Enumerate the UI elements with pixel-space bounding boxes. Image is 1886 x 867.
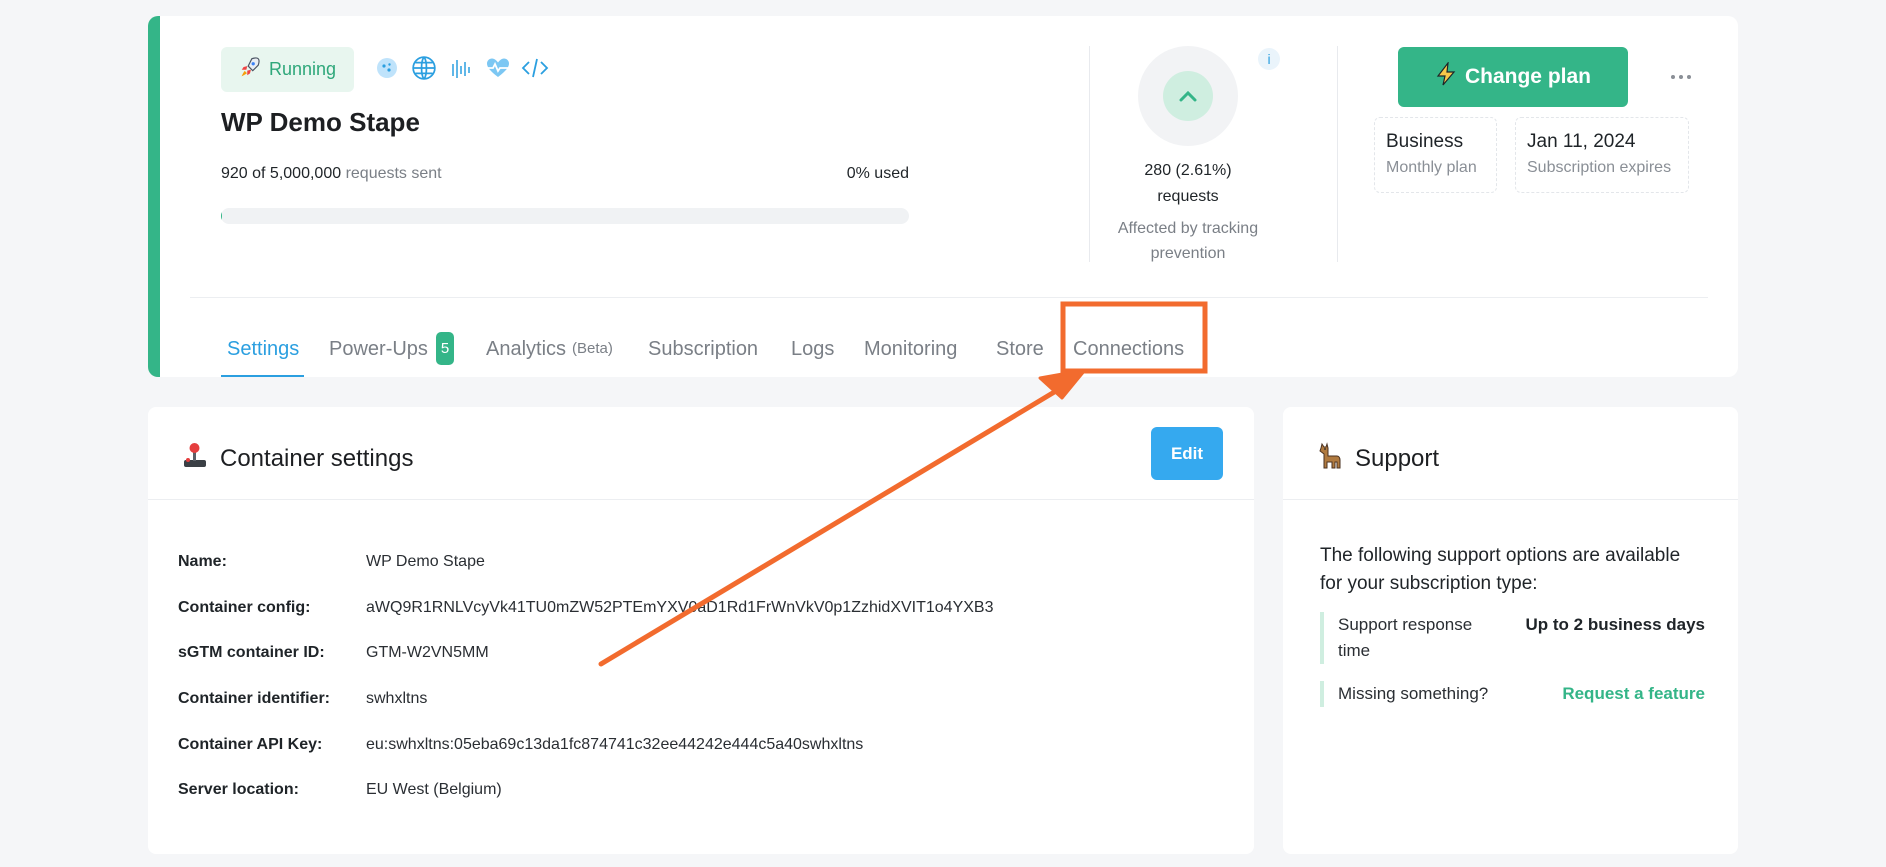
container-overview-card: Running WP Demo Stape 920 of 5,000,000 r… [148, 16, 1738, 377]
support-option-row: Missing something? Request a feature [1320, 681, 1705, 707]
status-accent-bar [148, 16, 160, 377]
tracking-prevention-widget: 280 (2.61%) requests Affected by trackin… [1088, 46, 1288, 266]
settings-row-label: Container identifier: [178, 690, 331, 708]
change-plan-label: Change plan [1464, 65, 1591, 88]
cookie-icon[interactable] [373, 54, 401, 82]
settings-row-label: Container API Key: [178, 735, 323, 753]
settings-row-label: Container config: [178, 598, 311, 616]
settings-row-label: Name: [178, 553, 227, 570]
support-response-label: Support response time [1338, 615, 1473, 660]
settings-row-value[interactable]: EU West (Belgium) [366, 781, 502, 799]
expiry-label: Subscription expires [1527, 159, 1672, 176]
plan-period: Monthly plan [1386, 159, 1477, 176]
support-intro: The following support options are availa… [1320, 545, 1681, 594]
tab-logs[interactable]: Logs [791, 321, 834, 377]
requests-sent-label: requests sent [345, 165, 442, 182]
settings-row-label: Server location: [178, 781, 299, 799]
rocket-icon [239, 56, 261, 83]
tracking-description-cont: prevention [1150, 245, 1226, 262]
signal-bars-icon[interactable] [447, 54, 475, 82]
tab-label: Settings [227, 338, 300, 360]
tab-label: Monitoring [864, 338, 958, 360]
tracking-description: Affected by tracking [1117, 220, 1259, 237]
request-feature-link[interactable]: Request a feature [1562, 681, 1705, 707]
support-card: Support The following support options ar… [1283, 407, 1738, 854]
tool-icons [373, 54, 549, 82]
expiry-date: Jan 11, 2024 [1527, 131, 1636, 152]
tracking-unit: requests [1157, 188, 1219, 205]
lightning-icon [1435, 60, 1457, 92]
settings-row-label: sGTM container ID: [178, 644, 325, 662]
usage-percent: 0% used [846, 165, 909, 182]
chevron-up-icon [1163, 71, 1213, 121]
support-option-row: Support response time Up to 2 business d… [1320, 612, 1705, 664]
beta-tag: (Beta) [572, 340, 613, 357]
change-plan-button[interactable]: Change plan [1398, 47, 1628, 107]
card-header: Support [1283, 407, 1738, 500]
support-response-value: Up to 2 business days [1525, 615, 1706, 634]
card-header: Container settings Edit [148, 407, 1254, 500]
tab-monitoring[interactable]: Monitoring [864, 321, 957, 377]
settings-row-value[interactable]: swhxltns [366, 690, 427, 708]
tab-label: Power-Ups [329, 338, 428, 360]
code-icon[interactable] [521, 54, 549, 82]
divider [1337, 46, 1338, 262]
tab-label: Store [996, 338, 1044, 360]
tab-label: Connections [1073, 338, 1185, 360]
tab-label: Subscription [648, 338, 759, 360]
card-title: Support [1315, 440, 1439, 477]
card-title-text: Container settings [220, 444, 414, 472]
llama-icon [1315, 440, 1345, 477]
requests-sent-count: 920 of 5,000,000 [221, 165, 342, 182]
more-options-icon[interactable] [1666, 62, 1696, 92]
status-label: Running [268, 59, 337, 79]
settings-row-value[interactable]: GTM-W2VN5MM [366, 644, 489, 662]
settings-row-value[interactable]: WP Demo Stape [366, 553, 485, 571]
globe-icon[interactable] [410, 54, 438, 82]
tracking-count: 280 (2.61%) [1144, 162, 1232, 179]
subscription-expiry-box: Jan 11, 2024 Subscription expires [1515, 117, 1689, 193]
info-icon[interactable]: i [1258, 48, 1280, 70]
tab-connections[interactable]: Connections [1073, 321, 1184, 377]
tracking-gauge[interactable] [1138, 46, 1238, 146]
card-title-text: Support [1355, 444, 1440, 472]
edit-button[interactable]: Edit [1151, 427, 1223, 480]
status-badge: Running [221, 47, 354, 92]
tab-store[interactable]: Store [996, 321, 1044, 377]
divider [190, 297, 1708, 298]
tab-label: Logs [791, 338, 835, 360]
tab-power-ups[interactable]: Power-Ups 5 [329, 321, 455, 377]
tab-analytics[interactable]: Analytics (Beta) [486, 321, 613, 377]
container-name-title: WP Demo Stape [221, 107, 420, 137]
tab-subscription[interactable]: Subscription [648, 321, 758, 377]
power-ups-count-badge: 5 [435, 332, 455, 365]
settings-row-value[interactable]: eu:swhxltns:05eba69c13da1fc874741c32ee44… [366, 736, 863, 754]
settings-row-value[interactable]: aWQ9R1RNLVcyVk41TU0mZW52PTEmYXV0aD1Rd1Fr… [366, 599, 993, 617]
usage-progress-bar [221, 208, 909, 224]
heartbeat-icon[interactable] [484, 54, 512, 82]
card-title: Container settings [180, 440, 413, 477]
joystick-icon [180, 440, 210, 477]
plan-type-box: Business Monthly plan [1374, 117, 1497, 193]
missing-something-label: Missing something? [1338, 684, 1489, 703]
tab-label: Analytics [486, 338, 567, 360]
tab-settings[interactable]: Settings [221, 321, 304, 377]
plan-name: Business [1386, 131, 1464, 152]
container-settings-card: Container settings Edit Name: WP Demo Sta… [148, 407, 1254, 854]
